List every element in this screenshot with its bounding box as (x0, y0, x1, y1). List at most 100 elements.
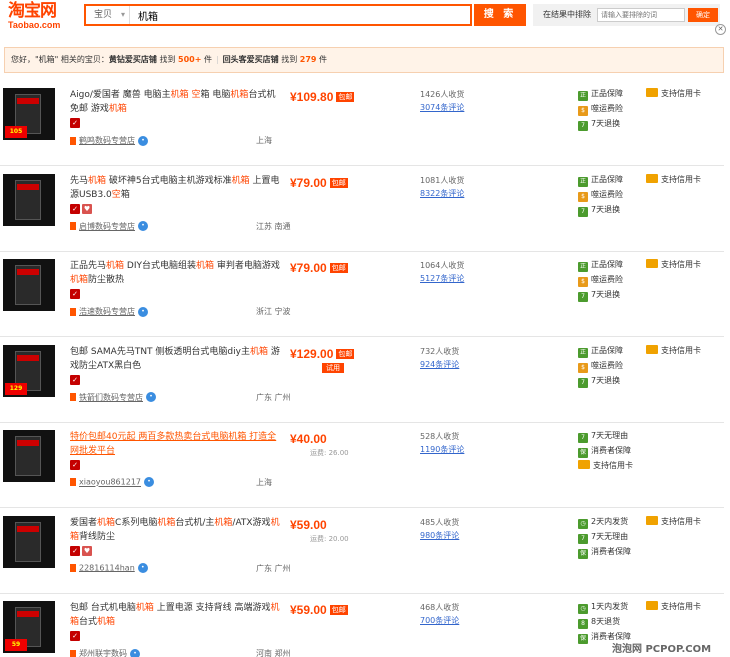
service-item[interactable]: 正正品保障 (578, 174, 623, 187)
tier2-count: 279 (299, 55, 317, 64)
reviews-link[interactable]: 5127条评论 (420, 272, 464, 285)
reviews-link[interactable]: 980条评论 (420, 529, 459, 542)
service-item[interactable]: 保消费者保障 (578, 445, 631, 458)
product-row[interactable]: 先马机箱 破坏神5台式电脑主机游戏标准机箱 上置电源USB3.0空箱 ✓ ♥ 启博… (0, 166, 724, 252)
title-text: 先马 (70, 175, 89, 186)
taobao-logo[interactable]: 淘宝网 Taobao.com (8, 2, 72, 30)
product-title-link[interactable]: 先马机箱 破坏神5台式电脑主机游戏标准机箱 上置电源USB3.0空箱 (70, 174, 280, 202)
service-item[interactable]: 支持信用卡 (646, 601, 701, 613)
product-thumbnail[interactable] (3, 173, 55, 226)
title-text: 审判者电脑游戏 (214, 261, 280, 271)
product-thumbnail[interactable]: 105 (3, 88, 55, 140)
service-item[interactable]: ◷ 2天内发货 (578, 516, 628, 529)
product-row[interactable]: 129 包邮 SAMA先马TNT 侧板透明台式电脑diy主机箱 游戏防尘ATX黑… (0, 337, 724, 423)
service-item[interactable]: 支持信用卡 (646, 259, 701, 271)
service-item[interactable]: 正正品保障 (578, 259, 623, 272)
keyword-highlight: 机箱 (230, 90, 249, 100)
exclude-confirm-button[interactable]: 确定 (688, 8, 718, 22)
shop-name[interactable]: 22816114han (79, 563, 135, 572)
service-item[interactable]: 7 7天退换 (578, 118, 620, 131)
wangwang-chat-icon[interactable]: • (138, 135, 148, 146)
thumb-price-badge: 105 (5, 126, 27, 138)
shop-link[interactable]: xiaoyou861217 • (70, 477, 154, 487)
wangwang-chat-icon[interactable]: • (137, 562, 148, 573)
service-item[interactable]: 支持信用卡 (646, 515, 701, 528)
reviews-link[interactable]: 3074条评论 (420, 101, 464, 114)
tier2-label[interactable]: 回头客爱买店铺 (223, 55, 279, 64)
service-item[interactable]: 7 7天退换 (578, 204, 620, 217)
product-thumbnail[interactable]: 129 (3, 344, 55, 397)
product-row[interactable]: 特价包邮40元起 两百多款热卖台式电脑机箱 打造全网批发平台 ✓ xiaoyou… (0, 422, 724, 508)
service-item[interactable]: 正正品保障 (578, 345, 623, 358)
product-title-link[interactable]: Aigo/爱国者 魔兽 电脑主机箱 空箱 电脑机箱台式机免邮 游戏机箱 (70, 88, 280, 116)
shop-name[interactable]: 鹤鸣数码专营店 (79, 136, 135, 145)
reviews-link[interactable]: 924条评论 (420, 358, 459, 371)
shop-link[interactable]: 启博数码专营店 • (70, 221, 148, 232)
shop-link[interactable]: 鹤鸣数码专营店 • (70, 135, 148, 146)
service-item[interactable]: 7 7天无理由 (578, 531, 628, 544)
product-title-link[interactable]: 正品先马机箱 DIY台式电脑组装机箱 审判者电脑游戏机箱防尘散热 (70, 259, 280, 287)
product-row[interactable]: 105 Aigo/爱国者 魔兽 电脑主机箱 空箱 电脑机箱台式机免邮 游戏机箱 … (0, 80, 724, 166)
search-button[interactable]: 搜 索 (474, 4, 526, 26)
shop-link[interactable]: 22816114han • (70, 562, 148, 573)
service-label: 支持信用卡 (661, 89, 701, 98)
trial-tag[interactable]: 试用 (322, 362, 344, 373)
reviews-link[interactable]: 8322条评论 (420, 187, 464, 200)
shop-name[interactable]: 浩速数码专营店 (79, 307, 135, 316)
product-row[interactable]: 爱国者机箱C系列电脑机箱台式机/主机箱/ATX游戏机箱背线防尘 ✓ ♥ 22816… (0, 508, 724, 594)
exclude-input[interactable] (597, 8, 685, 22)
product-title-link[interactable]: 包邮 SAMA先马TNT 侧板透明台式电脑diy主机箱 游戏防尘ATX黑白色 (70, 345, 280, 373)
service-item[interactable]: 正正品保障 (578, 88, 623, 101)
shop-link[interactable]: 郑州联宇数码 • (70, 648, 140, 657)
service-item[interactable]: $ 噬运费险 (578, 360, 623, 373)
free-shipping-tag: 包邮 (336, 92, 355, 102)
service-badge-icon (646, 173, 658, 183)
wangwang-chat-icon[interactable]: • (138, 306, 148, 317)
service-label: 2天内发货 (591, 516, 629, 526)
service-item[interactable]: $ 噬运费险 (578, 274, 623, 287)
service-item[interactable]: 支持信用卡 (646, 344, 701, 357)
shop-name[interactable]: xiaoyou861217 (79, 478, 141, 487)
close-icon[interactable]: ✕ (715, 24, 726, 35)
shop-name[interactable]: 启博数码专营店 (79, 222, 135, 231)
product-title-link[interactable]: 特价包邮40元起 两百多款热卖台式电脑机箱 打造全网批发平台 (70, 430, 280, 458)
wangwang-chat-icon[interactable]: • (146, 392, 156, 402)
service-badge-icon (646, 88, 658, 97)
shop-name[interactable]: 铁箭们数码专营店 (79, 393, 143, 402)
service-item[interactable]: 支持信用卡 (646, 173, 701, 186)
service-item[interactable]: 7 7天退换 (578, 375, 620, 388)
product-thumbnail[interactable] (3, 515, 55, 568)
product-thumbnail[interactable]: 59 (3, 601, 55, 653)
wangwang-chat-icon[interactable]: • (138, 221, 148, 231)
shop-link[interactable]: 浩速数码专营店 • (70, 306, 148, 317)
service-item[interactable]: 支持信用卡 (646, 88, 701, 100)
tier1-mid: 找到 (156, 55, 178, 64)
service-item[interactable]: 7 7天无理由 (578, 430, 628, 443)
title-text: 背线防尘 (79, 531, 116, 542)
service-item[interactable]: 8 8天退货 (578, 616, 620, 629)
case-light (17, 183, 39, 190)
tier1-label[interactable]: 黄钻爱买店铺 (109, 55, 157, 64)
product-thumbnail[interactable] (3, 430, 55, 482)
shop-link[interactable]: 铁箭们数码专营店 • (70, 392, 156, 403)
watermark: 泡泡网 PCPOP.COM (612, 644, 712, 655)
free-shipping-tag: 包邮 (329, 263, 348, 273)
service-item[interactable]: $ 噬运费险 (578, 189, 623, 202)
search-scope-dropdown[interactable]: 宝贝 ▾ (86, 6, 130, 24)
title-text: 上置电源 支持背线 高端游戏 (153, 603, 271, 613)
service-item[interactable]: $ 噬运费险 (578, 103, 623, 116)
reviews-link[interactable]: 1190条评论 (420, 443, 464, 456)
service-item[interactable]: 7 7天退换 (578, 289, 620, 302)
service-item[interactable]: 支持信用卡 (578, 460, 633, 472)
search-input[interactable] (136, 6, 466, 24)
wangwang-chat-icon[interactable]: • (130, 648, 140, 657)
product-title-link[interactable]: 爱国者机箱C系列电脑机箱台式机/主机箱/ATX游戏机箱背线防尘 (70, 516, 280, 544)
product-thumbnail[interactable] (3, 259, 55, 311)
product-row[interactable]: 正品先马机箱 DIY台式电脑组装机箱 审判者电脑游戏机箱防尘散热 ✓ 浩速数码专… (0, 251, 724, 337)
product-title-link[interactable]: 包邮 台式机电脑机箱 上置电源 支持背线 高端游戏机箱台式机箱 (70, 601, 280, 629)
service-item[interactable]: 保消费者保障 (578, 546, 631, 559)
reviews-link[interactable]: 700条评论 (420, 614, 459, 627)
wangwang-chat-icon[interactable]: • (144, 477, 154, 487)
shop-name[interactable]: 郑州联宇数码 (79, 649, 127, 657)
service-item[interactable]: ◷ 1天内发货 (578, 601, 628, 614)
